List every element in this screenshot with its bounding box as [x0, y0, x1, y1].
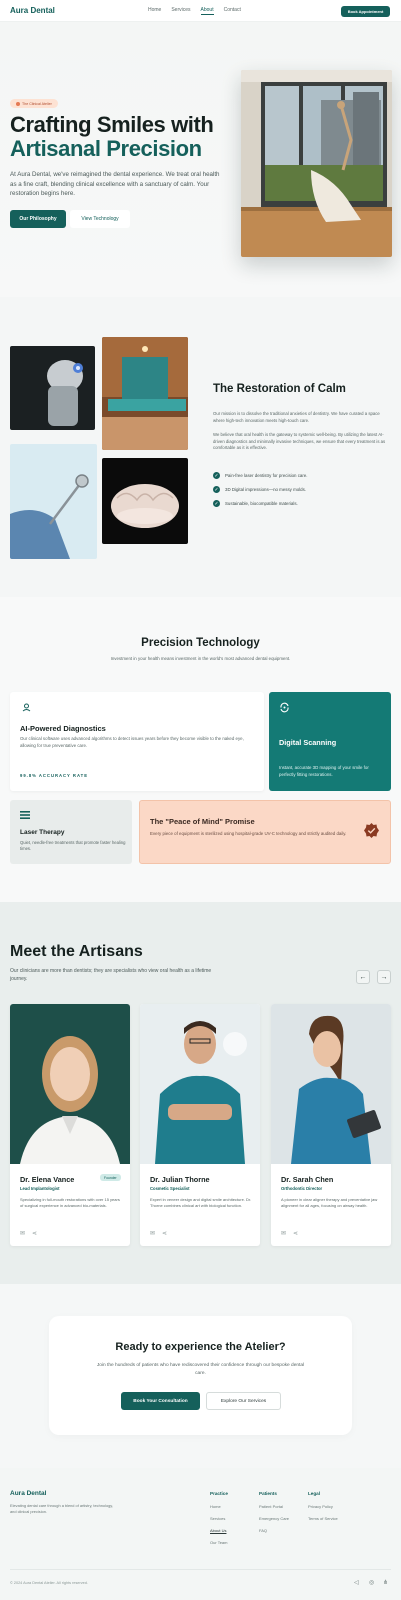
doctor-role: Orthodontic Director — [281, 1186, 323, 1191]
doctor-name: Dr. Elena Vance — [20, 1175, 75, 1184]
footer-heading-legal: Legal — [308, 1491, 320, 1496]
footer-link-faq[interactable]: FAQ — [259, 1528, 267, 1533]
dental-mirror-image — [10, 444, 97, 559]
scan-rotate-icon — [280, 702, 289, 713]
copyright: © 2024 Aura Dental Atelier. All rights r… — [10, 1581, 88, 1585]
technology-subtitle: Investment in your health means investme… — [110, 656, 291, 661]
doctor-role: Cosmetic Specialist — [150, 1186, 190, 1191]
footer-link-team[interactable]: Our Team — [210, 1540, 228, 1545]
nav-services[interactable]: Services — [171, 7, 190, 15]
peace-of-mind-title: The "Peace of Mind" Promise — [150, 817, 255, 826]
doctor-photo — [271, 1004, 391, 1164]
artisans-title: Meet the Artisans — [10, 943, 143, 960]
feature-item: ✓ Sustainable, biocompatible materials. — [213, 500, 298, 507]
feature-label: Pain-free laser dentistry for precision … — [225, 473, 308, 478]
doctor-card[interactable]: Dr. Sarah Chen Orthodontic Director A pi… — [271, 1004, 391, 1246]
nav-home[interactable]: Home — [148, 7, 161, 15]
footer-logo[interactable]: Aura Dental — [10, 1490, 46, 1497]
clinical-atelier-tag: The Clinical Atelier — [10, 99, 58, 108]
laser-therapy-title: Laser Therapy — [20, 829, 65, 836]
site-header: Aura Dental Home Services About Contact … — [0, 0, 401, 22]
footer-link-terms[interactable]: Terms of Service — [308, 1516, 338, 1521]
doctor-photo — [140, 1004, 260, 1164]
mail-icon[interactable]: ✉ — [20, 1230, 25, 1237]
restoration-paragraph-1: Our mission is to dissolve the tradition… — [213, 411, 380, 423]
hero-title-line2: Artisanal Precision — [10, 136, 202, 161]
digital-scanning-title: Digital Scanning — [279, 738, 337, 747]
footer-heading-practice: Practice — [210, 1491, 228, 1496]
check-icon: ✓ — [213, 500, 220, 507]
hero-title-line1: Crafting Smiles with — [10, 112, 214, 137]
laser-therapy-description: Quiet, needle-free treatments that promo… — [20, 840, 126, 852]
doctor-photo — [10, 1004, 130, 1164]
hero-description: At Aura Dental, we've reimagined the den… — [10, 171, 220, 198]
technology-title: Precision Technology — [141, 637, 260, 649]
verified-badge-icon — [364, 823, 379, 838]
artisans-subtitle: Our clinicians are more than dentists; t… — [10, 968, 212, 982]
logo[interactable]: Aura Dental — [10, 6, 55, 15]
doctor-card[interactable]: Founder Dr. Elena Vance Lead Implantolog… — [10, 1004, 130, 1246]
carousel-next-button[interactable]: → — [377, 970, 391, 984]
ai-diagnostics-description: Our clinical software uses advanced algo… — [20, 736, 244, 748]
our-philosophy-button[interactable]: Our Philosophy — [10, 210, 66, 228]
book-appointment-button[interactable]: Book Appointment — [341, 6, 390, 17]
ai-diagnostics-title: AI-Powered Diagnostics — [20, 724, 106, 733]
footer-link-about[interactable]: About Us — [210, 1528, 226, 1533]
tag-label: The Clinical Atelier — [22, 101, 52, 106]
robot-arm-image — [10, 346, 95, 430]
book-consultation-button[interactable]: Book Your Consultation — [121, 1392, 200, 1410]
carousel-prev-button[interactable]: ← — [356, 970, 370, 984]
feature-item: ✓ 3D Digital impressions—no messy molds. — [213, 486, 306, 493]
mail-icon[interactable]: ✉ — [150, 1230, 155, 1237]
tag-dot-icon — [16, 101, 20, 106]
share-icon[interactable]: ⋖ — [293, 1230, 298, 1237]
digital-scanning-description: Instant, accurate 3D mapping of your smi… — [279, 765, 369, 777]
feature-item: ✓ Pain-free laser dentistry for precision… — [213, 472, 307, 479]
footer-description: Elevating dental care through a blend of… — [10, 1503, 114, 1515]
founder-badge: Founder — [100, 1174, 121, 1181]
peace-of-mind-description: Every piece of equipment is sterilized u… — [150, 831, 347, 836]
doctor-bio: A pioneer in clear aligner therapy and p… — [281, 1197, 378, 1209]
laser-icon — [20, 811, 30, 819]
feature-label: 3D Digital impressions—no messy molds. — [225, 487, 307, 492]
check-icon: ✓ — [213, 486, 220, 493]
doctor-bio: Expert in veneer design and digital smil… — [150, 1197, 252, 1209]
cta-description: Join the hundreds of patients who have r… — [96, 1363, 305, 1376]
ai-scan-icon — [22, 703, 31, 712]
doctor-card[interactable]: Dr. Julian Thorne Cosmetic Specialist Ex… — [140, 1004, 260, 1246]
share-icon[interactable]: ⋔ — [383, 1579, 388, 1586]
clinic-interior-image — [241, 70, 392, 257]
speaker-icon[interactable]: ◁ — [354, 1579, 359, 1586]
globe-icon[interactable]: ◎ — [369, 1579, 374, 1586]
nav-about[interactable]: About — [200, 7, 214, 15]
check-icon: ✓ — [213, 472, 220, 479]
accuracy-rate: 99.8% ACCURACY RATE — [20, 773, 89, 778]
restoration-paragraph-2: We believe that oral health is the gatew… — [213, 432, 386, 451]
cta-title: Ready to experience the Atelier? — [115, 1341, 286, 1353]
dental-crowns-image — [102, 458, 188, 544]
nav-contact[interactable]: Contact — [224, 7, 241, 15]
doctor-role: Lead Implantologist — [20, 1186, 60, 1191]
footer-link-portal[interactable]: Patient Portal — [259, 1504, 283, 1509]
doctor-name: Dr. Sarah Chen — [281, 1175, 334, 1184]
view-technology-button[interactable]: View Technology — [70, 210, 130, 228]
footer-link-services[interactable]: Services — [210, 1516, 225, 1521]
restoration-title: The Restoration of Calm — [213, 383, 346, 395]
footer-link-emergency[interactable]: Emergency Care — [259, 1516, 289, 1521]
main-nav: Home Services About Contact — [148, 7, 241, 15]
footer-heading-patients: Patients — [259, 1491, 277, 1496]
explore-services-button[interactable]: Explore Our Services — [206, 1392, 281, 1410]
share-icon[interactable]: ⋖ — [32, 1230, 37, 1237]
share-icon[interactable]: ⋖ — [162, 1230, 167, 1237]
footer-divider — [10, 1569, 391, 1570]
footer-link-home[interactable]: Home — [210, 1504, 221, 1509]
doctor-name: Dr. Julian Thorne — [150, 1175, 210, 1184]
doctor-bio: Specializing in full-mouth restorations … — [20, 1197, 120, 1209]
mail-icon[interactable]: ✉ — [281, 1230, 286, 1237]
waiting-room-image — [102, 337, 188, 450]
feature-label: Sustainable, biocompatible materials. — [225, 501, 298, 506]
footer-link-privacy[interactable]: Privacy Policy — [308, 1504, 333, 1509]
